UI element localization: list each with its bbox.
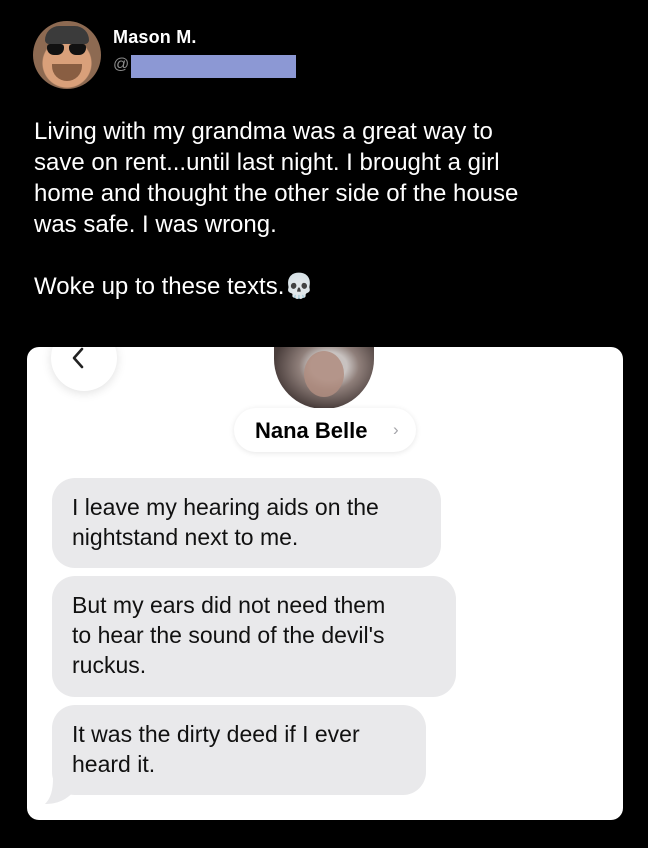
message-bubble: It was the dirty deed if I ever heard it… [52,705,426,795]
handle-redaction [131,55,296,78]
chevron-right-icon: › [393,420,399,439]
message-bubble: I leave my hearing aids on the nightstan… [52,478,441,568]
chevron-left-icon [72,347,84,369]
message-bubble: But my ears did not need them to hear th… [52,576,456,697]
cap-shape [45,26,89,44]
contact-face-shape [304,351,344,397]
sunglasses-shape [47,44,87,55]
contact-name: Nana Belle [255,418,368,443]
contact-avatar[interactable] [274,347,374,409]
author-handle-prefix: @ [113,56,130,73]
bubble-tail-shape [45,778,75,804]
beard-shape [52,64,82,81]
author-avatar[interactable] [33,21,101,89]
tweet-text: Living with my grandma was a great way t… [34,118,519,300]
embedded-message-screenshot: Nana Belle › I leave my hearing aids on … [27,347,623,820]
contact-name-pill[interactable]: Nana Belle › [234,408,416,452]
author-name[interactable]: Mason M. [113,27,197,48]
back-button[interactable] [51,347,117,391]
